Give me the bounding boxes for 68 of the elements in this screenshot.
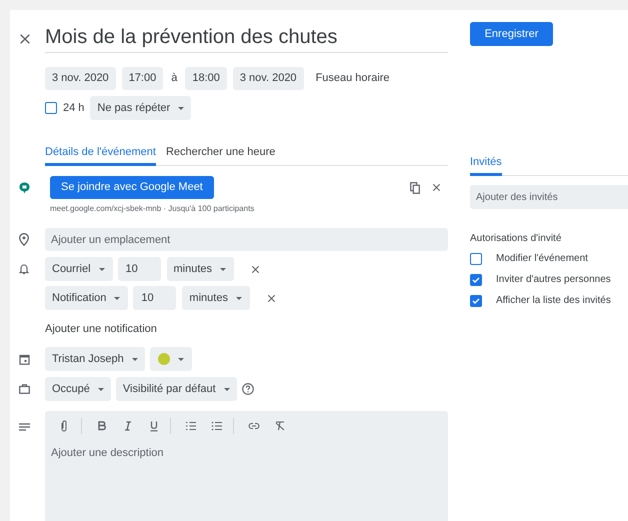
caret-icon: [98, 388, 104, 390]
caret-icon: [236, 296, 242, 300]
caret-icon: [98, 268, 105, 270]
all-day-label: 24 h: [63, 100, 84, 116]
start-time-field[interactable]: 17:00: [122, 67, 164, 90]
briefcase-icon: [19, 384, 30, 394]
checkbox[interactable]: [470, 252, 482, 264]
start-date-field[interactable]: 3 nov. 2020: [45, 67, 116, 90]
caret-icon: [132, 358, 138, 360]
color-dropdown[interactable]: [150, 347, 192, 371]
numbered-list-icon[interactable]: [185, 420, 197, 432]
caret-icon: [224, 388, 230, 390]
caret-icon: [114, 296, 120, 300]
close-icon[interactable]: [266, 294, 276, 302]
copy-icon[interactable]: [410, 182, 420, 194]
tab[interactable]: Détails de l'événement: [45, 142, 156, 166]
timezone-button[interactable]: Fuseau horaire: [314, 67, 392, 90]
check-icon: [472, 276, 480, 284]
visibility-dropdown[interactable]: Visibilité par défaut: [116, 377, 237, 401]
link-icon[interactable]: [248, 420, 260, 432]
checkbox[interactable]: [470, 274, 482, 286]
bulleted-list-icon[interactable]: [211, 420, 223, 432]
meet-button[interactable]: Se joindre avec Google Meet: [50, 176, 214, 199]
description-editor[interactable]: Ajouter une description: [45, 411, 448, 521]
notification-unit-dropdown[interactable]: minutes: [182, 286, 250, 310]
calendar-icon: [19, 354, 30, 364]
notification-time-field[interactable]: 10: [118, 257, 161, 281]
caret-icon: [178, 106, 184, 110]
calendar-dropdown[interactable]: Tristan Joseph: [45, 347, 145, 371]
notification-type-dropdown[interactable]: Courriel: [45, 257, 113, 281]
chat-bubble-icon: [19, 182, 30, 194]
caret-icon: [220, 268, 226, 270]
italic-icon[interactable]: [122, 420, 134, 432]
help-icon[interactable]: [242, 383, 254, 395]
description-field[interactable]: Ajouter une description: [51, 445, 442, 521]
end-date-field[interactable]: 3 nov. 2020: [232, 67, 304, 90]
permissions-heading: Autorisations d'invité: [470, 232, 562, 245]
permission-label: Afficher la liste des invités: [496, 294, 611, 308]
clear-formatting-icon[interactable]: [274, 420, 286, 432]
repeat-dropdown[interactable]: Ne pas répéter: [90, 96, 192, 120]
location-pin-icon: [19, 233, 29, 246]
caret-icon: [178, 358, 184, 360]
separator-text: à: [170, 71, 178, 86]
bold-icon[interactable]: [96, 420, 108, 432]
close-icon[interactable]: [432, 183, 441, 192]
meet-info-text: meet.google.com/xcj-sbek-mnb · Jusqu'à 100 participants: [50, 203, 254, 215]
tab[interactable]: Rechercher une heure: [166, 142, 276, 166]
checkbox[interactable]: [470, 294, 482, 306]
text-lines-icon: [19, 423, 30, 431]
guests-field[interactable]: Ajouter des invités: [470, 185, 628, 209]
end-time-field[interactable]: 18:00: [185, 67, 227, 90]
check-icon: [472, 296, 480, 304]
all-day-checkbox[interactable]: [45, 102, 57, 114]
permission-label: Inviter d'autres personnes: [496, 273, 611, 287]
add-notification-link[interactable]: Ajouter une notification: [45, 321, 157, 335]
underline-icon[interactable]: [148, 420, 160, 432]
notification-time-field[interactable]: 10: [133, 286, 176, 310]
tab[interactable]: Invités: [470, 152, 502, 176]
bell-icon: [19, 264, 29, 274]
permission-label: Modifier l'événement: [496, 252, 588, 266]
location-field[interactable]: Ajouter un emplacement: [45, 228, 448, 251]
save-button[interactable]: Enregistrer: [470, 22, 553, 46]
close-icon[interactable]: [251, 264, 260, 274]
event-title-field[interactable]: Mois de la prévention des chutes: [45, 24, 448, 53]
close-icon[interactable]: [19, 32, 31, 44]
notification-type-dropdown[interactable]: Notification: [45, 286, 128, 310]
notification-unit-dropdown[interactable]: minutes: [166, 257, 234, 281]
availability-dropdown[interactable]: Occupé: [45, 377, 111, 401]
